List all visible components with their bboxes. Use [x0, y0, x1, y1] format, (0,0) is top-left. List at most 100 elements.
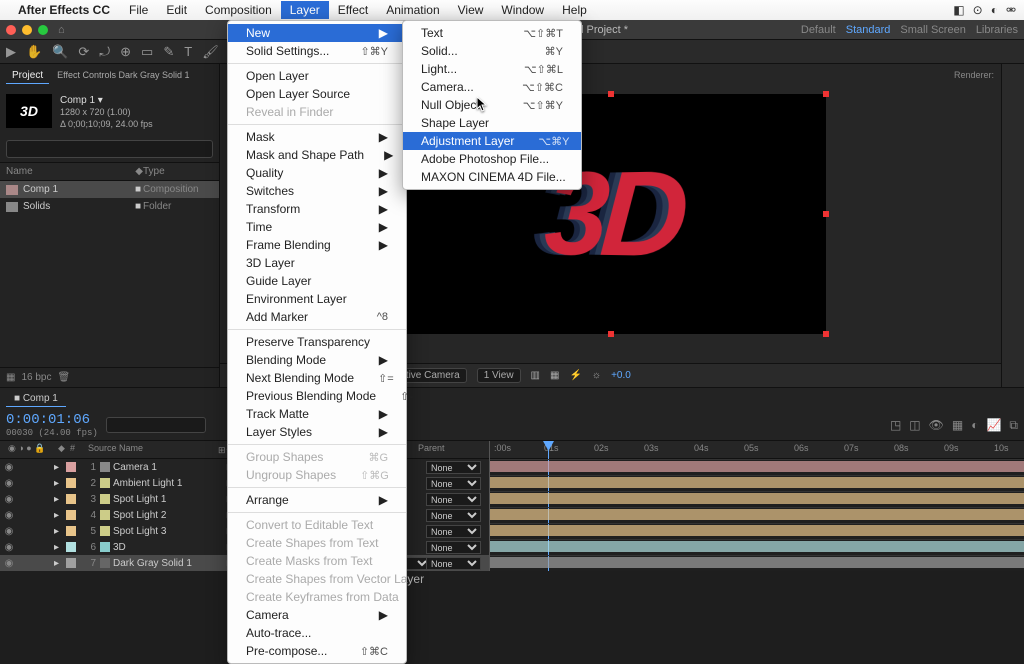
project-item[interactable]: Comp 1■Composition [0, 181, 219, 198]
menu-item-text[interactable]: Text⌥⇧⌘T [403, 24, 581, 42]
visibility-toggle[interactable]: ◉ [4, 510, 14, 521]
menu-item-new[interactable]: New▶ [228, 24, 406, 42]
menu-file[interactable]: File [120, 1, 157, 19]
parent-select[interactable]: None [426, 525, 481, 538]
tray-icon[interactable]: ◐ [991, 3, 998, 17]
menu-item-null-object[interactable]: Null Object⌥⇧⌘Y [403, 96, 581, 114]
menu-item-preserve-transparency[interactable]: Preserve Transparency [228, 333, 406, 351]
menu-item-guide-layer[interactable]: Guide Layer [228, 272, 406, 290]
lock-toggle[interactable] [40, 462, 50, 473]
expand-toggle[interactable]: ▸ [54, 462, 64, 473]
label-color[interactable] [66, 462, 76, 472]
label-color[interactable] [66, 478, 76, 488]
lock-toggle[interactable] [40, 510, 50, 521]
tray-icon[interactable]: ⚮ [1006, 3, 1016, 17]
label-color[interactable] [66, 542, 76, 552]
menu-item-frame-blending[interactable]: Frame Blending▶ [228, 236, 406, 254]
label-color[interactable] [66, 510, 76, 520]
menu-help[interactable]: Help [553, 1, 596, 19]
interpret-footage-icon[interactable]: ▦ [6, 372, 15, 383]
menu-item-add-marker[interactable]: Add Marker^8 [228, 308, 406, 326]
col-name[interactable]: Name [6, 166, 135, 177]
window-close-button[interactable] [6, 25, 16, 35]
visibility-toggle[interactable]: ◉ [4, 542, 14, 553]
track-row[interactable] [490, 491, 1024, 505]
motion-blur-icon[interactable]: ◐ [971, 418, 978, 433]
zoom-tool-icon[interactable]: 🔍 [52, 44, 68, 60]
window-minimize-button[interactable] [22, 25, 32, 35]
view-options-icon[interactable]: ▥ [531, 370, 540, 381]
orbit-tool-icon[interactable]: ⟳ [78, 44, 89, 60]
track-row[interactable] [490, 507, 1024, 521]
menu-item-shape-layer[interactable]: Shape Layer [403, 114, 581, 132]
workspace-standard[interactable]: Standard [846, 24, 891, 36]
menu-item-next-blending-mode[interactable]: Next Blending Mode⇧= [228, 369, 406, 387]
timeline-tracks[interactable]: :00s01s02s03s04s05s06s07s08s09s10s [490, 441, 1024, 571]
type-tool-icon[interactable]: T [184, 44, 192, 59]
layer-clip[interactable] [490, 541, 1024, 552]
fast-previews-icon[interactable]: ⚡ [569, 370, 581, 381]
hide-shy-icon[interactable]: 👁 [929, 418, 944, 433]
col-source-name[interactable]: Source Name [84, 443, 214, 456]
tab-project[interactable]: Project [6, 68, 49, 84]
tray-icon[interactable]: ⊙ [973, 3, 983, 17]
current-timecode[interactable]: 0:00:01:06 [6, 412, 98, 428]
menu-layer[interactable]: Layer [281, 1, 329, 19]
menu-item-environment-layer[interactable]: Environment Layer [228, 290, 406, 308]
label-color[interactable] [66, 526, 76, 536]
comp-flowchart-icon[interactable]: ◳ [890, 418, 901, 433]
col-type[interactable]: Type [143, 166, 213, 177]
home-icon[interactable]: ⌂ [58, 24, 65, 36]
app-name[interactable]: After Effects CC [18, 3, 110, 17]
visibility-toggle[interactable]: ◉ [4, 526, 14, 537]
track-row[interactable] [490, 459, 1024, 473]
menu-item-mask-and-shape-path[interactable]: Mask and Shape Path▶ [228, 146, 406, 164]
menu-item-camera[interactable]: Camera...⌥⇧⌘C [403, 78, 581, 96]
shape-tool-icon[interactable]: ▭ [141, 44, 153, 60]
rotate-tool-icon[interactable]: ⤾ [99, 44, 110, 60]
expand-toggle[interactable]: ▸ [54, 510, 64, 521]
timeline-search-input[interactable] [106, 417, 206, 433]
snap-icon[interactable]: ⧉ [1009, 418, 1018, 433]
layer-clip[interactable] [490, 461, 1024, 472]
menu-item-track-matte[interactable]: Track Matte▶ [228, 405, 406, 423]
tray-icon[interactable]: ◧ [953, 3, 964, 17]
project-item[interactable]: Solids■Folder [0, 198, 219, 215]
menu-effect[interactable]: Effect [329, 1, 377, 19]
menu-item-time[interactable]: Time▶ [228, 218, 406, 236]
menu-item-open-layer[interactable]: Open Layer [228, 67, 406, 85]
lock-toggle[interactable] [40, 542, 50, 553]
exposure-value[interactable]: +0.0 [611, 370, 631, 381]
expand-toggle[interactable]: ▸ [54, 478, 64, 489]
label-color[interactable] [66, 494, 76, 504]
menu-item-arrange[interactable]: Arrange▶ [228, 491, 406, 509]
lock-toggle[interactable] [40, 526, 50, 537]
workspace-default[interactable]: Default [801, 24, 836, 36]
trash-icon[interactable]: 🗑 [57, 372, 70, 383]
parent-select[interactable]: None [426, 493, 481, 506]
col-parent[interactable]: Parent [414, 443, 485, 456]
menu-item-light[interactable]: Light...⌥⇧⌘L [403, 60, 581, 78]
transform-handle[interactable] [823, 91, 829, 97]
menu-edit[interactable]: Edit [157, 1, 196, 19]
parent-select[interactable]: None [426, 541, 481, 554]
menu-item-quality[interactable]: Quality▶ [228, 164, 406, 182]
lock-toggle[interactable] [40, 478, 50, 489]
layer-clip[interactable] [490, 509, 1024, 520]
menu-window[interactable]: Window [492, 1, 553, 19]
menu-item-maxon-cinema-4d-file[interactable]: MAXON CINEMA 4D File... [403, 168, 581, 186]
selection-tool-icon[interactable]: ▶ [6, 44, 16, 60]
menu-item-pre-compose[interactable]: Pre-compose...⇧⌘C [228, 642, 406, 660]
transform-handle[interactable] [608, 91, 614, 97]
menu-item-adobe-photoshop-file[interactable]: Adobe Photoshop File... [403, 150, 581, 168]
anchor-tool-icon[interactable]: ⊕ [120, 44, 131, 60]
track-row[interactable] [490, 523, 1024, 537]
menu-item-switches[interactable]: Switches▶ [228, 182, 406, 200]
menu-item-adjustment-layer[interactable]: Adjustment Layer⌥⌘Y [403, 132, 581, 150]
comp-thumbnail[interactable]: 3D [6, 94, 52, 128]
visibility-toggle[interactable]: ◉ [4, 478, 14, 489]
parent-select[interactable]: None [426, 477, 481, 490]
exposure-icon[interactable]: ☼ [592, 370, 601, 381]
layer-clip[interactable] [490, 477, 1024, 488]
menu-item-open-layer-source[interactable]: Open Layer Source [228, 85, 406, 103]
